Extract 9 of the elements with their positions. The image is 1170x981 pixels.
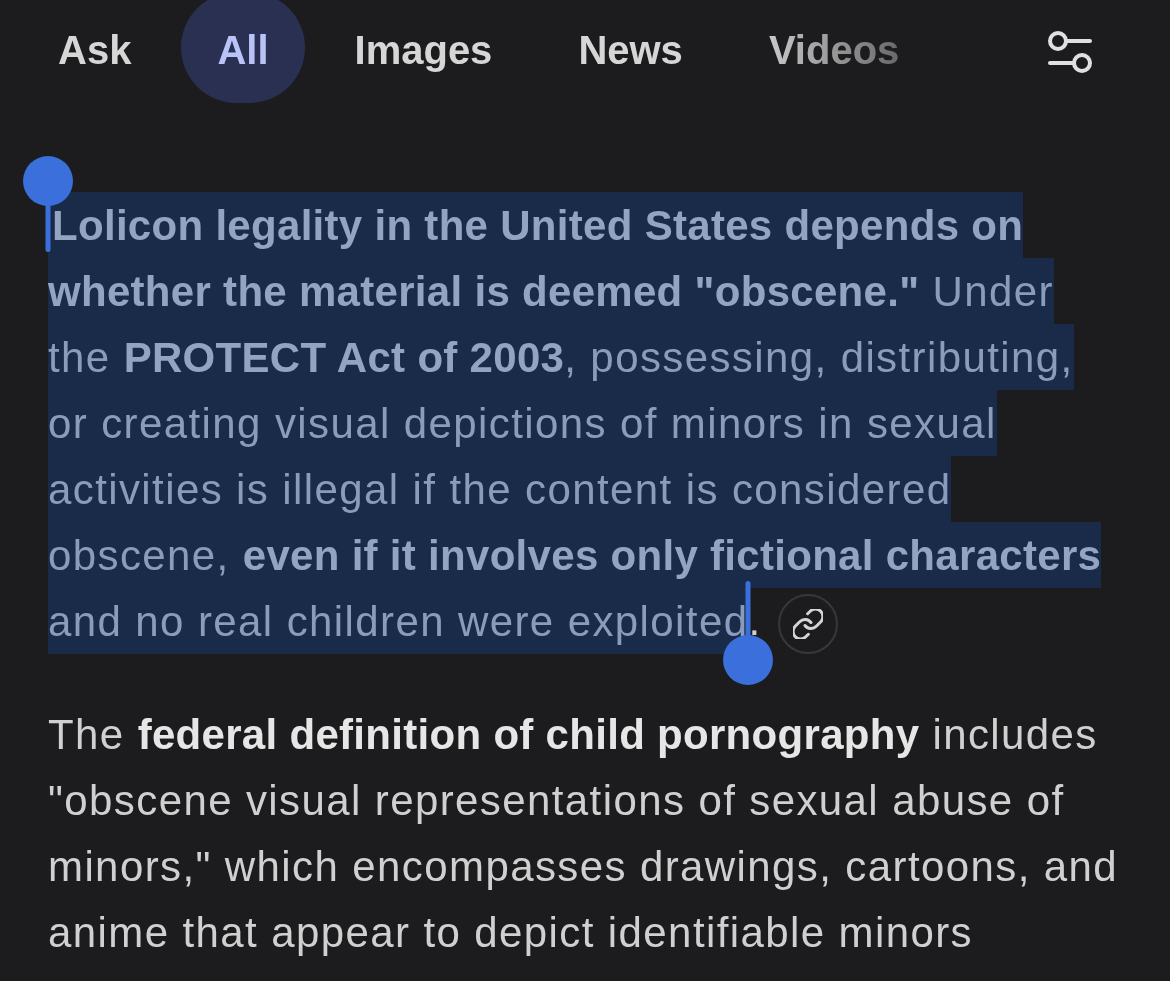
tab[interactable]: Ask	[22, 0, 168, 103]
link-button[interactable]	[777, 593, 838, 654]
answer-paragraph: The federal definition of child pornography includes "obscene visual representations of sexual abuse of minors," which encompasses drawings, cartoons, and anime that appear to depict identifiable minors	[48, 710, 1120, 958]
link-icon	[792, 608, 823, 639]
tab[interactable]: Videos	[732, 0, 936, 103]
tab[interactable]: News	[542, 0, 719, 103]
tab[interactable]: All	[181, 0, 305, 103]
tab[interactable]: Images	[318, 0, 529, 103]
filter-icon[interactable]	[1046, 28, 1094, 75]
